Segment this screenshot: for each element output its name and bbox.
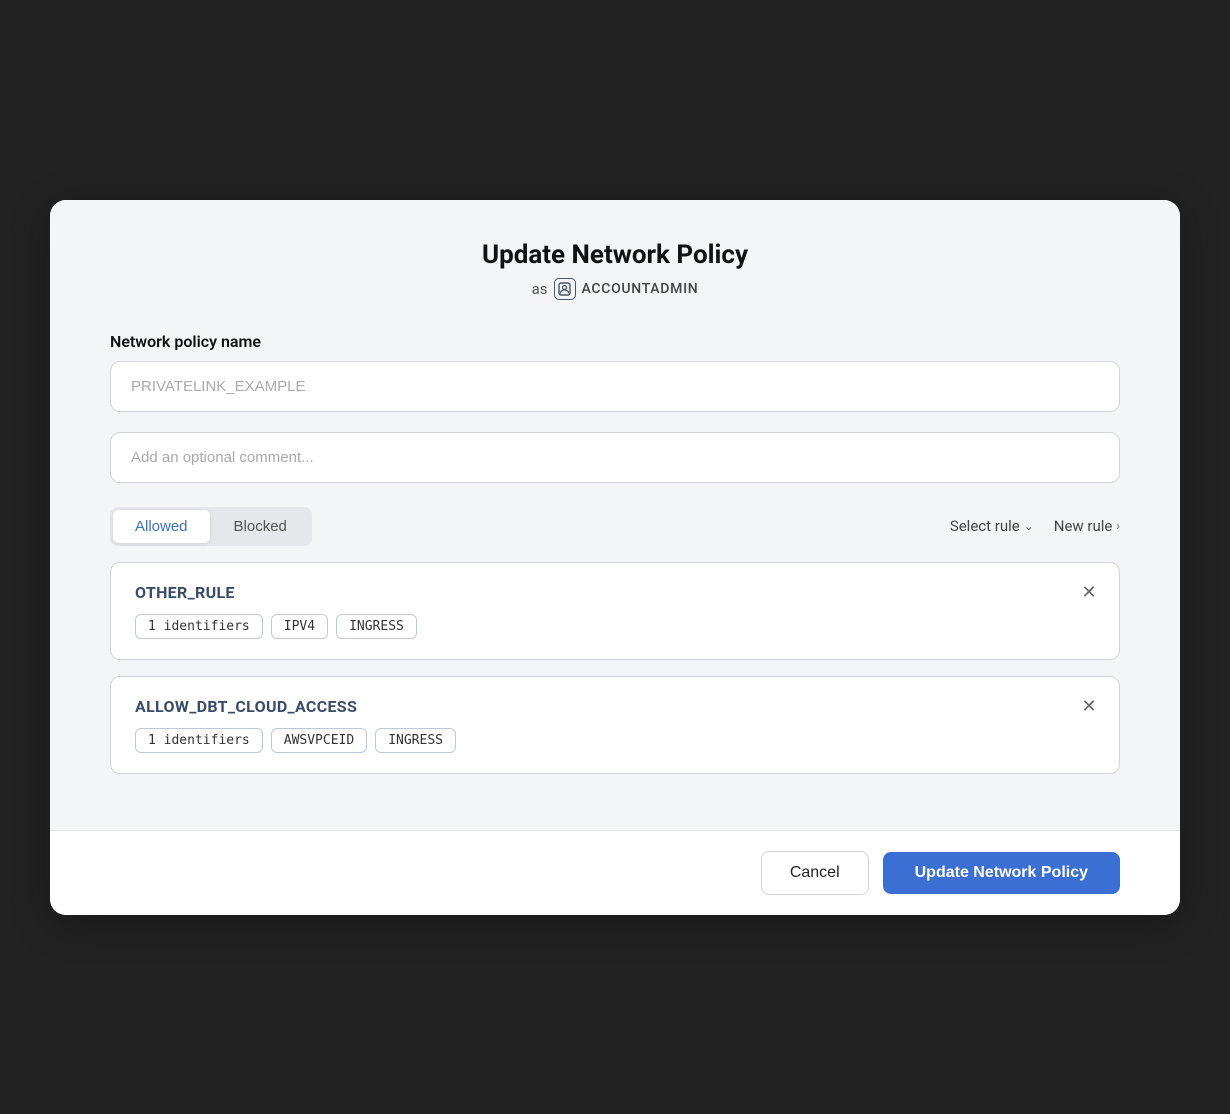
policy-name-input[interactable]: [110, 361, 1120, 412]
rule-tags-0: 1 identifiers IPV4 INGRESS: [135, 614, 1099, 639]
rule-tags-1: 1 identifiers AWSVPCEID INGRESS: [135, 728, 1099, 753]
comment-input[interactable]: [110, 432, 1120, 483]
rule-tag-1-1: AWSVPCEID: [271, 728, 367, 753]
rule-tag-0-0: 1 identifiers: [135, 614, 263, 639]
tabs-row: Allowed Blocked Select rule ⌄ New rule ›: [110, 507, 1120, 546]
tabs-group: Allowed Blocked: [110, 507, 312, 546]
subtitle-prefix: as: [532, 280, 548, 298]
chevron-down-icon: ⌄: [1024, 519, 1034, 533]
rule-tag-0-2: INGRESS: [336, 614, 417, 639]
tab-allowed[interactable]: Allowed: [113, 510, 210, 543]
rule-actions: Select rule ⌄ New rule ›: [950, 517, 1120, 535]
rule-card-0: OTHER_RULE 1 identifiers IPV4 INGRESS ✕: [110, 562, 1120, 660]
rule-name-1: ALLOW_DBT_CLOUD_ACCESS: [135, 697, 1099, 716]
remove-rule-1-button[interactable]: ✕: [1075, 693, 1103, 721]
modal-container: Update Network Policy as ACCOUNTADMIN Ne…: [50, 200, 1180, 915]
rule-tag-1-0: 1 identifiers: [135, 728, 263, 753]
modal-title: Update Network Policy: [110, 240, 1120, 270]
remove-rule-0-button[interactable]: ✕: [1075, 579, 1103, 607]
modal-footer: Cancel Update Network Policy: [50, 830, 1180, 915]
role-name: ACCOUNTADMIN: [582, 281, 699, 297]
rule-card-1: ALLOW_DBT_CLOUD_ACCESS 1 identifiers AWS…: [110, 676, 1120, 774]
modal-subtitle: as ACCOUNTADMIN: [110, 278, 1120, 300]
cancel-button[interactable]: Cancel: [761, 851, 869, 895]
rules-list: OTHER_RULE 1 identifiers IPV4 INGRESS ✕ …: [110, 562, 1120, 774]
role-icon: [554, 278, 576, 300]
select-rule-button[interactable]: Select rule ⌄: [950, 517, 1034, 535]
rule-tag-0-1: IPV4: [271, 614, 328, 639]
rule-name-0: OTHER_RULE: [135, 583, 1099, 602]
modal-body: Update Network Policy as ACCOUNTADMIN Ne…: [50, 200, 1180, 830]
chevron-right-icon: ›: [1116, 519, 1120, 533]
policy-name-label: Network policy name: [110, 332, 1120, 351]
rule-tag-1-2: INGRESS: [375, 728, 456, 753]
tab-blocked[interactable]: Blocked: [212, 510, 309, 543]
new-rule-button[interactable]: New rule ›: [1054, 517, 1120, 535]
submit-button[interactable]: Update Network Policy: [883, 852, 1120, 894]
